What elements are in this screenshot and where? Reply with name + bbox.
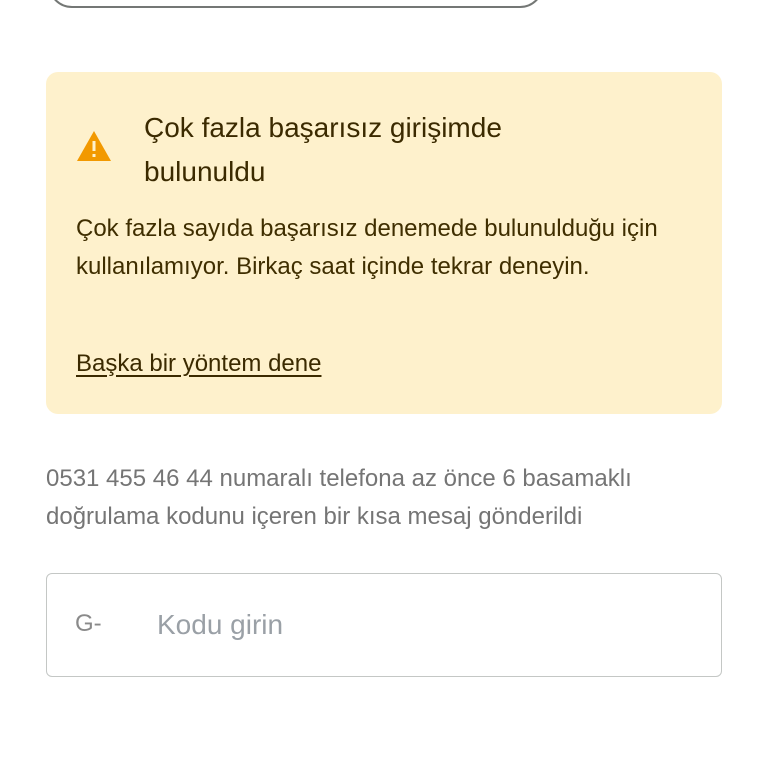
try-another-way-link[interactable]: Başka bir yöntem dene bbox=[76, 346, 321, 382]
alert-body: Çok fazla sayıda başarısız denemede bulu… bbox=[76, 215, 658, 280]
failed-attempts-alert: Çok fazla başarısız girişimde bulunuldu … bbox=[46, 72, 722, 414]
verification-code-field[interactable]: G- bbox=[46, 573, 722, 677]
verification-code-input[interactable] bbox=[157, 600, 697, 650]
sms-sent-message: 0531 455 46 44 numaralı telefona az önce… bbox=[46, 465, 632, 530]
warning-icon bbox=[77, 131, 111, 161]
alert-title: Çok fazla başarısız girişimde bulunuldu bbox=[144, 112, 502, 187]
code-prefix: G- bbox=[75, 610, 102, 637]
account-chip[interactable] bbox=[48, 0, 544, 8]
verification-page: Çok fazla başarısız girişimde bulunuldu … bbox=[0, 0, 768, 768]
